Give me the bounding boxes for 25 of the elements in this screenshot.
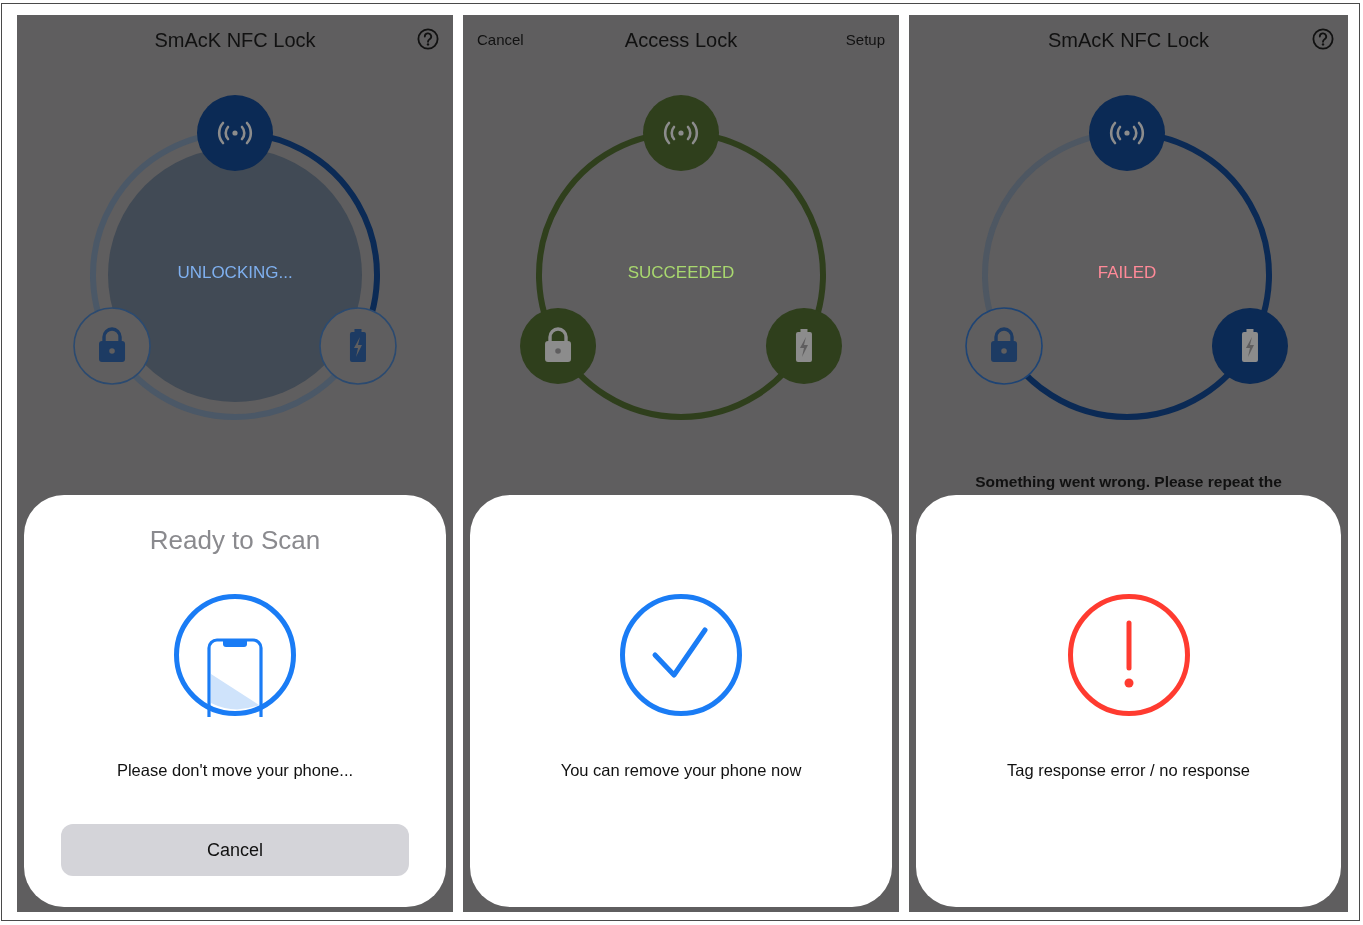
help-icon[interactable] xyxy=(417,28,439,50)
error-message: Something went wrong. Please repeat the xyxy=(974,473,1283,491)
cancel-button[interactable]: Cancel xyxy=(61,824,409,876)
setup-link[interactable]: Setup xyxy=(845,30,885,48)
nfc-signal-icon xyxy=(217,121,253,145)
phone-scan-icon xyxy=(173,593,297,717)
sheet-message: Tag response error / no response xyxy=(1006,761,1251,780)
checkmark-icon xyxy=(619,593,743,717)
screen-title: SmAcK NFC Lock xyxy=(154,27,316,52)
help-icon[interactable] xyxy=(1312,28,1334,50)
lock-icon xyxy=(545,327,571,362)
sheet-message: Please don't move your phone... xyxy=(116,761,354,780)
error-icon xyxy=(1066,593,1191,717)
status-label: FAILED xyxy=(1096,263,1158,283)
screen-title: SmAcK NFC Lock xyxy=(1047,27,1210,52)
status-label: SUCCEEDED xyxy=(626,263,736,283)
sheet-message: You can remove your phone now xyxy=(560,761,802,780)
nfc-signal-icon xyxy=(663,121,699,145)
nfc-signal-icon xyxy=(1109,121,1145,145)
screen-title: Access Lock xyxy=(624,27,738,52)
sheet-title: Ready to Scan xyxy=(149,525,321,557)
lock-icon xyxy=(99,327,125,362)
lock-icon xyxy=(991,327,1017,362)
cancel-link[interactable]: Cancel xyxy=(477,30,524,48)
status-label: UNLOCKING... xyxy=(176,263,294,283)
